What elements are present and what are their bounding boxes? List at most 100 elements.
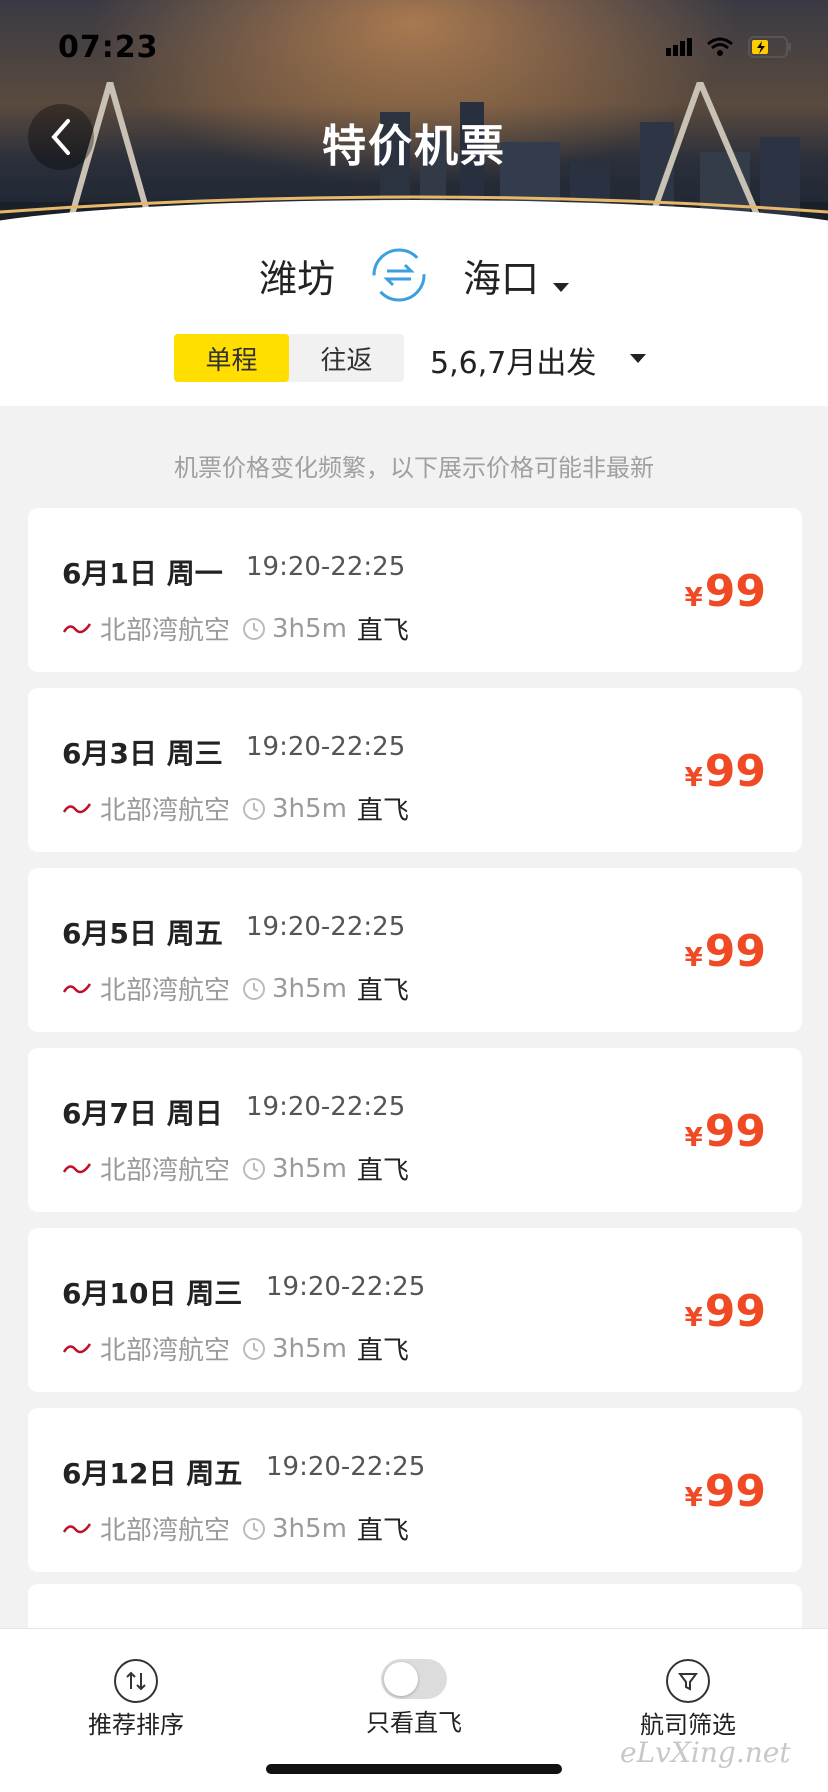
price-amount: 99: [704, 1286, 766, 1337]
flight-duration: 3h5m: [272, 613, 347, 644]
battery-icon: [748, 36, 791, 58]
airline-logo-icon: [62, 1522, 92, 1533]
swap-route-button[interactable]: [371, 247, 427, 303]
price-amount: 99: [704, 566, 766, 617]
tab-one-way[interactable]: 单程: [174, 334, 289, 382]
flight-price: ¥99: [685, 1106, 766, 1157]
flight-date: 6月1日 周一: [62, 557, 223, 590]
price-amount: 99: [704, 746, 766, 797]
flight-duration: 3h5m: [272, 793, 347, 824]
direct-only-toggle[interactable]: 只看直飞: [366, 1659, 462, 1738]
flight-type: 直飞: [356, 616, 409, 646]
flight-date: 6月3日 周三: [62, 737, 223, 770]
flight-card[interactable]: 6月5日 周五 19:20-22:25 北部湾航空 3h5m 直飞 ¥99: [28, 868, 802, 1032]
page-title: 特价机票: [322, 121, 506, 172]
wifi-icon: [707, 37, 733, 56]
flight-meta: 北部湾航空 3h5m 直飞: [62, 970, 409, 1007]
price-amount: 99: [704, 926, 766, 977]
flight-time: 19:20-22:25: [246, 552, 406, 582]
price-amount: 99: [704, 1106, 766, 1157]
airline-name: 北部湾航空: [100, 976, 231, 1006]
direct-only-label: 只看直飞: [366, 1709, 462, 1737]
flight-duration: 3h5m: [272, 1333, 347, 1364]
status-icons: [666, 36, 792, 58]
airline-logo-icon: [62, 1342, 92, 1353]
flight-duration: 3h5m: [272, 973, 347, 1004]
origin-city[interactable]: 潍坊: [259, 248, 335, 303]
airline-name: 北部湾航空: [100, 1516, 231, 1546]
trip-type-segment: 单程 往返: [174, 334, 404, 382]
airline-filter-label: 航司筛选: [640, 1711, 736, 1739]
flight-time: 19:20-22:25: [266, 1452, 426, 1482]
airline-logo-icon: [62, 802, 92, 813]
flight-date: 6月5日 周五: [62, 917, 223, 950]
clock-icon: [243, 1157, 266, 1180]
flight-meta: 北部湾航空 3h5m 直飞: [62, 1150, 409, 1187]
price-amount: 99: [704, 1466, 766, 1517]
clock-icon: [243, 797, 266, 820]
destination-city: 海口: [463, 256, 540, 301]
airline-logo-icon: [62, 982, 92, 993]
airline-name: 北部湾航空: [100, 1336, 231, 1366]
flight-type: 直飞: [356, 796, 409, 826]
caret-down-icon[interactable]: [630, 354, 646, 363]
swap-icon: [372, 248, 426, 302]
flight-card[interactable]: 6月1日 周一 19:20-22:25 北部湾航空 3h5m 直飞 ¥99: [28, 508, 802, 672]
clock-icon: [243, 1337, 266, 1360]
currency-symbol: ¥: [684, 943, 703, 973]
flight-time: 19:20-22:25: [246, 1092, 406, 1122]
watermark: eLvXing.net: [620, 1736, 791, 1769]
clock-icon: [243, 977, 266, 1000]
route-selector: 潍坊 海口: [0, 232, 828, 318]
sort-icon: [114, 1659, 158, 1703]
flight-price: ¥99: [685, 1466, 766, 1517]
destination-selector[interactable]: 海口: [463, 248, 570, 303]
airline-logo-icon: [62, 1162, 92, 1173]
flight-card[interactable]: 6月3日 周三 19:20-22:25 北部湾航空 3h5m 直飞 ¥99: [28, 688, 802, 852]
sort-button[interactable]: 推荐排序: [88, 1659, 184, 1740]
flight-card[interactable]: 6月10日 周三 19:20-22:25 北部湾航空 3h5m 直飞 ¥99: [28, 1228, 802, 1392]
price-notice: 机票价格变化频繁，以下展示价格可能非最新: [174, 454, 654, 482]
airline-filter-button[interactable]: 航司筛选: [640, 1659, 736, 1740]
flight-meta: 北部湾航空 3h5m 直飞: [62, 1510, 409, 1547]
flight-price: ¥99: [685, 566, 766, 617]
flight-price: ¥99: [685, 746, 766, 797]
flight-type: 直飞: [356, 1156, 409, 1186]
flight-date: 6月7日 周日: [62, 1097, 223, 1130]
flight-duration: 3h5m: [272, 1513, 347, 1544]
airline-name: 北部湾航空: [100, 616, 231, 646]
currency-symbol: ¥: [684, 583, 703, 613]
flight-date: 6月10日 周三: [62, 1277, 243, 1310]
departure-month-filter[interactable]: 5,6,7月出发: [430, 338, 596, 382]
flight-time: 19:20-22:25: [246, 912, 406, 942]
toggle-switch[interactable]: [381, 1659, 447, 1699]
home-indicator: [266, 1764, 562, 1774]
flight-meta: 北部湾航空 3h5m 直飞: [62, 790, 409, 827]
airline-name: 北部湾航空: [100, 796, 231, 826]
flight-date: 6月12日 周五: [62, 1457, 243, 1490]
flight-type: 直飞: [356, 1336, 409, 1366]
flight-card[interactable]: 6月7日 周日 19:20-22:25 北部湾航空 3h5m 直飞 ¥99: [28, 1048, 802, 1212]
filter-icon: [666, 1659, 710, 1703]
clock-icon: [243, 617, 266, 640]
airline-logo-icon: [62, 622, 92, 633]
flight-card[interactable]: 6月12日 周五 19:20-22:25 北部湾航空 3h5m 直飞 ¥99: [28, 1408, 802, 1572]
flight-price: ¥99: [685, 926, 766, 977]
flight-time: 19:20-22:25: [246, 732, 406, 762]
trip-options: 单程 往返 5,6,7月出发: [0, 318, 828, 406]
caret-down-icon: [553, 282, 570, 292]
clock-icon: [243, 1517, 266, 1540]
status-time: 07:23: [58, 30, 159, 65]
flight-price: ¥99: [685, 1286, 766, 1337]
sort-label: 推荐排序: [88, 1711, 184, 1739]
currency-symbol: ¥: [684, 763, 703, 793]
currency-symbol: ¥: [684, 1303, 703, 1333]
flight-type: 直飞: [356, 1516, 409, 1546]
flight-meta: 北部湾航空 3h5m 直飞: [62, 610, 409, 647]
currency-symbol: ¥: [684, 1483, 703, 1513]
header-banner: 07:23 特价机票: [0, 0, 828, 232]
tab-round-trip[interactable]: 往返: [289, 334, 404, 382]
airline-name: 北部湾航空: [100, 1156, 231, 1186]
currency-symbol: ¥: [684, 1123, 703, 1153]
flight-meta: 北部湾航空 3h5m 直飞: [62, 1330, 409, 1367]
